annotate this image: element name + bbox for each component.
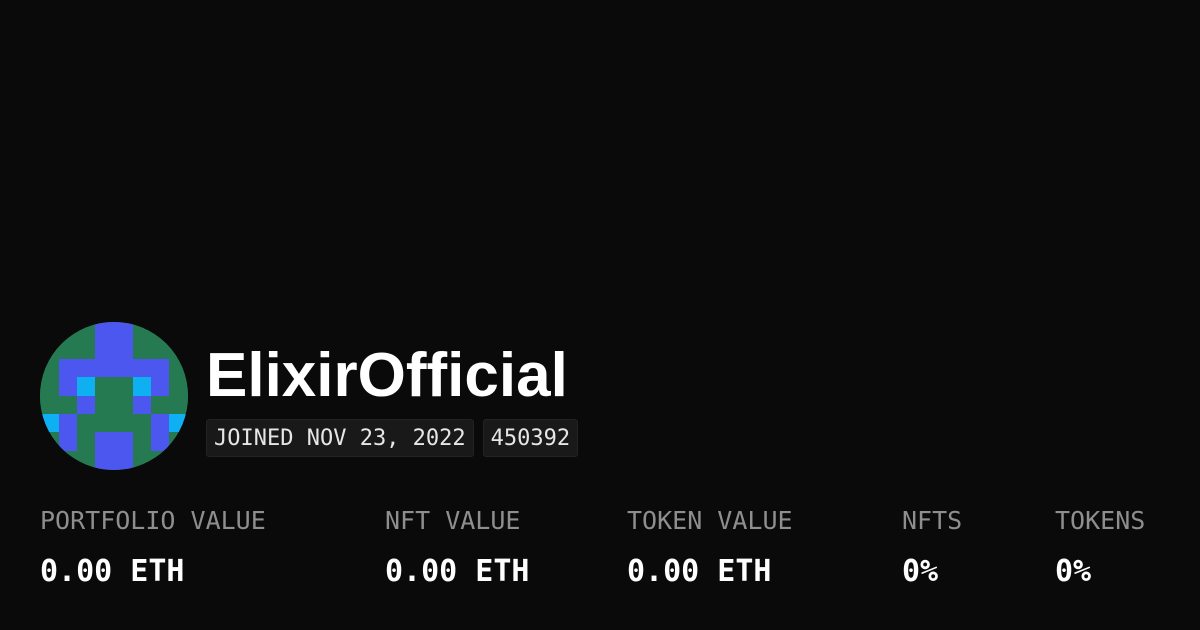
stat-nfts: NFTS 0%: [902, 504, 962, 590]
profile-badges: JOINED NOV 23, 2022 450392: [206, 419, 579, 457]
stat-portfolio-value: PORTFOLIO VALUE 0.00 ETH: [40, 504, 266, 590]
stat-value: 0.00 ETH: [40, 554, 185, 589]
stat-token-value: TOKEN VALUE 0.00 ETH: [627, 504, 793, 590]
stat-label: PORTFOLIO VALUE: [40, 506, 266, 535]
stat-value: 0.00 ETH: [385, 554, 530, 589]
avatar: [40, 322, 188, 470]
stat-label: NFTS: [902, 506, 963, 535]
profile-card: ElixirOfficial JOINED NOV 23, 2022 45039…: [0, 0, 1200, 630]
username-heading: ElixirOfficial: [206, 341, 568, 410]
stat-label: NFT VALUE: [385, 506, 521, 535]
user-id-badge: 450392: [482, 419, 579, 457]
stat-label: TOKEN VALUE: [627, 506, 793, 535]
stat-label: TOKENS: [1055, 506, 1146, 535]
stat-nft-value: NFT VALUE 0.00 ETH: [385, 504, 530, 590]
stat-tokens: TOKENS 0%: [1055, 504, 1145, 590]
stat-value: 0%: [1055, 554, 1092, 589]
stat-value: 0.00 ETH: [627, 554, 772, 589]
pixel-avatar-icon: [40, 322, 188, 470]
stat-value: 0%: [902, 554, 939, 589]
joined-date-badge: JOINED NOV 23, 2022: [206, 419, 474, 457]
